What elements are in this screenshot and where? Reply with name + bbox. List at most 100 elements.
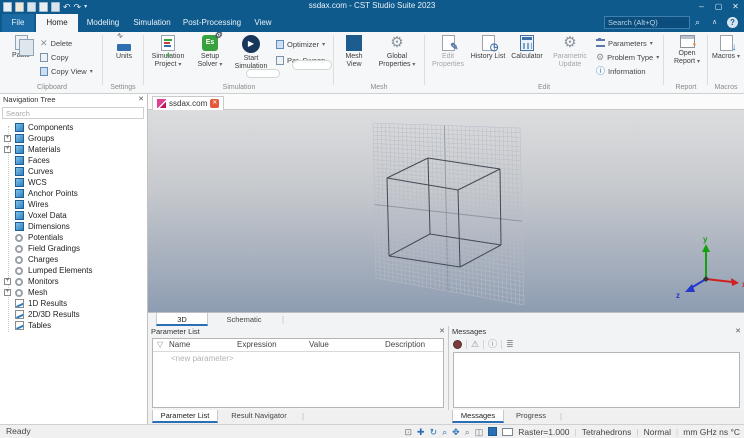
group-label-mesh: Mesh	[370, 84, 388, 91]
information-button[interactable]: ⓘ Information	[596, 65, 646, 77]
tree-item-field-gradings[interactable]: Field Gradings	[0, 243, 148, 254]
view-mode[interactable]: Normal	[644, 427, 671, 437]
macros-button[interactable]: ↓ Macros ▾	[711, 34, 741, 84]
tree-item-faces[interactable]: Faces	[0, 155, 148, 166]
simulation-project-button[interactable]: + Simulation Project ▾	[147, 34, 189, 84]
tree-item-mesh[interactable]: + Mesh	[0, 287, 148, 298]
rotate-tool-icon[interactable]: ↻	[430, 426, 438, 438]
zoom-tool-icon[interactable]: ⌕	[442, 426, 447, 438]
select-tool-icon[interactable]: ⊡	[404, 426, 412, 438]
copy-button[interactable]: Copy	[40, 51, 69, 63]
column-expression[interactable]: Expression	[237, 340, 277, 349]
tree-item-curves[interactable]: Curves	[0, 166, 148, 177]
message-options-icon[interactable]: ≣	[506, 339, 514, 349]
3d-view-icon[interactable]	[488, 427, 498, 436]
tree-search-input[interactable]	[2, 107, 144, 119]
minimize-button[interactable]: –	[693, 0, 710, 13]
paste-button[interactable]: Paste	[4, 34, 38, 84]
setup-solver-button[interactable]: Es ⚙ Setup Solver ▾	[191, 31, 229, 84]
expand-icon[interactable]: +	[4, 146, 11, 153]
tree-item-anchor-points[interactable]: Anchor Points	[0, 188, 148, 199]
tree-item-dimensions[interactable]: Dimensions	[0, 221, 148, 232]
column-value[interactable]: Value	[309, 340, 329, 349]
optimizer-button[interactable]: Optimizer ▾	[276, 38, 325, 50]
close-icon[interactable]: ✕	[439, 326, 445, 338]
tree-item-groups[interactable]: + Groups	[0, 133, 148, 144]
tree-item-wires[interactable]: Wires	[0, 199, 148, 210]
errors-filter-icon[interactable]	[453, 339, 462, 349]
global-properties-button[interactable]: ⚙ Global Properties ▾	[373, 34, 421, 84]
group-label-report: Report	[675, 84, 697, 91]
history-list-button[interactable]: ◷ History List	[470, 34, 506, 84]
tree-item-2d-3d-results[interactable]: 2D/3D Results	[0, 309, 148, 320]
tree-item-tables[interactable]: Tables	[0, 320, 148, 331]
move-tool-icon[interactable]: ✚	[417, 426, 425, 438]
parameters-button[interactable]: Parameters ▾	[596, 37, 653, 49]
3d-viewport[interactable]: yxz	[148, 110, 744, 312]
tree-item-components[interactable]: Components	[0, 122, 148, 133]
tab-result-navigator[interactable]: Result Navigator	[220, 410, 298, 423]
tree-item-potentials[interactable]: Potentials	[0, 232, 148, 243]
column-description[interactable]: Description	[385, 340, 425, 349]
tree-item-voxel-data[interactable]: Voxel Data	[0, 210, 148, 221]
tab-schematic[interactable]: Schematic	[212, 313, 276, 326]
close-tab-icon[interactable]: ✕	[210, 99, 220, 108]
chart-icon	[15, 299, 24, 308]
column-name[interactable]: Name	[169, 340, 190, 349]
mesh-view-button[interactable]: Mesh View	[337, 34, 371, 84]
tab-post-processing[interactable]: Post-Processing	[178, 14, 246, 32]
problem-type-button[interactable]: ⚙ Problem Type ▾	[596, 51, 659, 63]
split-view-icon[interactable]: ◫	[475, 426, 484, 438]
expand-icon[interactable]: +	[4, 278, 11, 285]
document-tab[interactable]: ssdax.com ✕	[152, 96, 225, 110]
close-icon[interactable]: ✕	[138, 94, 144, 106]
tree-item-materials[interactable]: + Materials	[0, 144, 148, 155]
mesh-type[interactable]: Tetrahedrons	[582, 427, 632, 437]
project-units[interactable]: mm GHz ns °C	[683, 427, 740, 437]
maximize-button[interactable]: ▢	[710, 0, 727, 13]
close-button[interactable]: ✕	[727, 0, 744, 13]
tab-home[interactable]: Home	[36, 14, 78, 32]
macros-icon: ↓	[719, 35, 737, 53]
separator	[501, 339, 503, 349]
info-filter-icon[interactable]: ⓘ	[488, 339, 497, 349]
tab-messages[interactable]: Messages	[452, 410, 504, 423]
tab-progress[interactable]: Progress	[506, 410, 556, 423]
status-ready: Ready	[6, 426, 31, 436]
warnings-filter-icon[interactable]: ⚠	[471, 339, 479, 349]
parametric-update-button[interactable]: ⚙ Parametric Update	[548, 34, 592, 84]
cube-icon	[15, 189, 24, 198]
tree-item-lumped-elements[interactable]: Lumped Elements	[0, 265, 148, 276]
tab-parameter-list[interactable]: Parameter List	[152, 410, 218, 423]
tab-simulation[interactable]: Simulation	[128, 14, 176, 32]
collapse-ribbon-icon[interactable]: ∧	[712, 16, 717, 29]
search-input[interactable]	[604, 16, 690, 29]
tab-file[interactable]: File	[2, 14, 34, 32]
search-icon[interactable]: ⌕	[695, 16, 700, 29]
edit-properties-button[interactable]: ✎ Edit Properties	[428, 34, 468, 84]
open-report-button[interactable]: ◔ Open Report ▾	[667, 34, 707, 84]
parameters-icon	[596, 38, 605, 47]
calculator-button[interactable]: Calculator	[508, 34, 546, 84]
units-button[interactable]: ∿ Units	[106, 32, 142, 84]
tree-item-wcs[interactable]: WCS	[0, 177, 148, 188]
tree-item-charges[interactable]: Charges	[0, 254, 148, 265]
filter-icon[interactable]: ▽	[157, 340, 163, 349]
chevron-down-icon: ▾	[178, 62, 182, 68]
tab-3d[interactable]: 3D	[156, 313, 208, 326]
delete-button[interactable]: ✕ Delete	[40, 37, 72, 49]
expand-icon[interactable]: +	[4, 289, 11, 296]
close-icon[interactable]: ✕	[735, 326, 741, 338]
help-icon[interactable]: ?	[727, 17, 738, 28]
tab-view[interactable]: View	[248, 14, 278, 32]
screen-capture-icon[interactable]	[502, 427, 514, 436]
tree-item-monitors[interactable]: + Monitors	[0, 276, 148, 287]
setup-solver-icon: Es ⚙	[202, 31, 222, 51]
copy-view-button[interactable]: Copy View ▾	[40, 65, 93, 77]
tab-modeling[interactable]: Modeling	[80, 14, 126, 32]
expand-icon[interactable]: +	[4, 135, 11, 142]
new-parameter-row[interactable]: <new parameter>	[171, 354, 234, 363]
pan-tool-icon[interactable]: ✥	[452, 426, 460, 438]
magnifier-icon[interactable]: ⌕	[465, 426, 470, 438]
tree-item-1d-results[interactable]: 1D Results	[0, 298, 148, 309]
